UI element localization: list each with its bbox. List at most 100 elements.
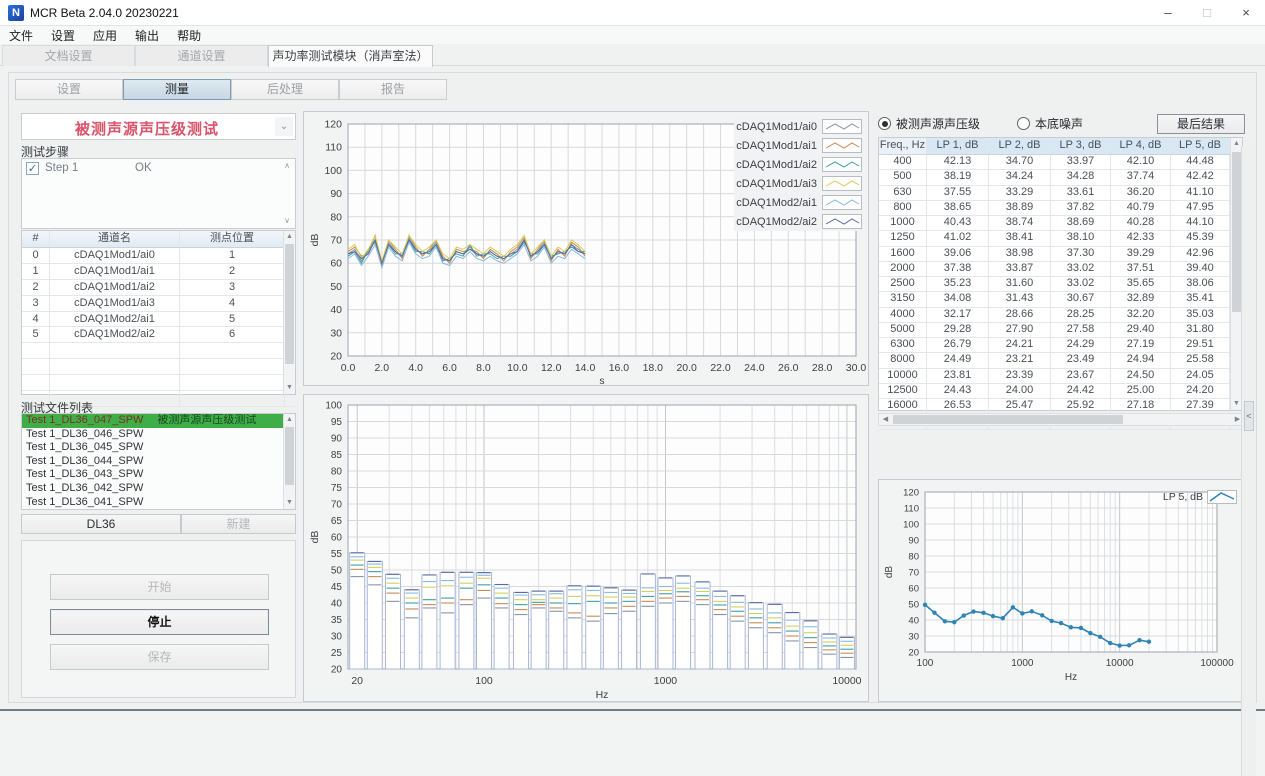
test-type-combobox[interactable]: 被测声源声压级测试 ⌄	[21, 113, 296, 140]
file-name: Test 1_DL36_045_SPW	[26, 441, 143, 453]
cell: 38.89	[989, 201, 1051, 215]
table-row[interactable]: 1cDAQ1Mod1/ai12	[22, 264, 295, 280]
table-row[interactable]: 400032.1728.6628.2532.2035.03	[879, 308, 1242, 323]
scroll-down-icon[interactable]: ▼	[284, 497, 295, 509]
cell: 27.18	[1111, 399, 1171, 413]
legend-entry[interactable]: cDAQ1Mod1/ai0	[734, 117, 864, 136]
table-row[interactable]: 50038.1934.2434.2837.7442.42	[879, 170, 1242, 185]
collapse-panel-button[interactable]: <	[1244, 401, 1254, 431]
file-list-item[interactable]: Test 1_DL36_047_SPW被测声源声压级测试	[22, 414, 283, 428]
svg-text:Hz: Hz	[1065, 672, 1077, 683]
scroll-down-icon[interactable]: ▼	[284, 382, 295, 394]
legend-entry[interactable]: cDAQ1Mod1/ai2	[734, 155, 864, 174]
cell: 400	[879, 155, 927, 169]
table-row[interactable]	[22, 359, 295, 375]
table-row[interactable]: 5cDAQ1Mod2/ai26	[22, 327, 295, 343]
file-name: Test 1_DL36_046_SPW	[26, 428, 143, 440]
file-list-item[interactable]: Test 1_DL36_042_SPW	[22, 482, 283, 496]
sub-tab-1[interactable]: 测量	[123, 79, 231, 100]
svg-text:20: 20	[331, 665, 343, 676]
app-icon: N	[8, 5, 24, 21]
cell: 23.81	[927, 369, 989, 383]
table-row[interactable]	[22, 343, 295, 359]
main-tab-1[interactable]: 通道设置	[135, 45, 268, 66]
table-row[interactable]: 160039.0638.9837.3039.2942.96	[879, 247, 1242, 262]
step-row[interactable]: ✓Step 1OK	[22, 159, 295, 177]
file-list-item[interactable]: Test 1_DL36_043_SPW	[22, 468, 283, 482]
background-noise-radio[interactable]: 本底噪声	[1017, 115, 1083, 132]
table-row[interactable]: 63037.5533.2933.6136.2041.10	[879, 186, 1242, 201]
cell: 26.53	[927, 399, 989, 413]
chevron-down-icon[interactable]: ⌄	[275, 117, 293, 136]
table-row[interactable]: 200037.3833.8733.0237.5139.40	[879, 262, 1242, 277]
table-row[interactable]	[22, 375, 295, 391]
save-button[interactable]: 保存	[50, 644, 269, 670]
scroll-up-icon[interactable]: ∧	[280, 160, 294, 172]
sub-tab-2[interactable]: 后处理	[231, 79, 339, 100]
source-level-radio[interactable]: 被测声源声压级	[878, 115, 980, 132]
sub-tab-3[interactable]: 报告	[339, 79, 447, 100]
table-row[interactable]: 1600026.5325.4725.9227.1827.39	[879, 399, 1242, 414]
table-row[interactable]: 1250024.4324.0024.4225.0024.20	[879, 384, 1242, 399]
file-list-item[interactable]: Test 1_DL36_041_SPW	[22, 496, 283, 509]
maximize-button[interactable]: □	[1190, 0, 1224, 26]
result-table-hscrollbar[interactable]: ◀ ▶	[878, 413, 1245, 426]
file-tag: 被测声源声压级测试	[157, 414, 256, 426]
final-result-button[interactable]: 最后结果	[1157, 114, 1245, 134]
file-list-item[interactable]: Test 1_DL36_046_SPW	[22, 428, 283, 442]
legend-entry[interactable]: cDAQ1Mod2/ai2	[734, 212, 864, 231]
cell: 34.70	[989, 155, 1051, 169]
file-list-scrollbar[interactable]: ▲ ▼	[283, 414, 295, 509]
svg-text:100: 100	[917, 658, 934, 669]
svg-text:30: 30	[330, 327, 342, 339]
main-tab-0[interactable]: 文档设置	[2, 45, 135, 66]
checkbox-checked-icon[interactable]: ✓	[26, 162, 39, 175]
menu-item-帮助[interactable]: 帮助	[168, 26, 210, 45]
table-row[interactable]: 40042.1334.7033.9742.1044.48	[879, 155, 1242, 170]
cell: cDAQ1Mod2/ai1	[50, 312, 180, 327]
cell	[50, 375, 180, 390]
scroll-up-icon[interactable]: ▲	[284, 231, 295, 243]
file-list-item[interactable]: Test 1_DL36_045_SPW	[22, 441, 283, 455]
menu-item-输出[interactable]: 输出	[126, 26, 168, 45]
test-file-listbox: Test 1_DL36_047_SPW被测声源声压级测试Test 1_DL36_…	[21, 413, 296, 510]
file-list-item[interactable]: Test 1_DL36_044_SPW	[22, 455, 283, 469]
table-row[interactable]: 630026.7924.2124.2927.1929.51	[879, 338, 1242, 353]
table-row[interactable]: 315034.0831.4330.6732.8935.41	[879, 292, 1242, 307]
stop-button[interactable]: 停止	[50, 609, 269, 635]
legend-entry[interactable]: cDAQ1Mod2/ai1	[734, 193, 864, 212]
legend-entry[interactable]: cDAQ1Mod1/ai1	[734, 136, 864, 155]
main-tab-2[interactable]: 声功率测试模块（消声室法）	[268, 45, 433, 67]
start-button[interactable]: 开始	[50, 574, 269, 600]
channel-legend: cDAQ1Mod1/ai0cDAQ1Mod1/ai1cDAQ1Mod1/ai2c…	[734, 117, 864, 231]
sub-tab-0[interactable]: 设置	[15, 79, 123, 100]
table-row[interactable]: 0cDAQ1Mod1/ai01	[22, 248, 295, 264]
dl36-button[interactable]: DL36	[21, 514, 181, 534]
table-row[interactable]: 125041.0238.4138.1042.3345.39	[879, 231, 1242, 246]
table-row[interactable]: 2cDAQ1Mod1/ai23	[22, 280, 295, 296]
menu-item-应用[interactable]: 应用	[84, 26, 126, 45]
cell: 38.65	[927, 201, 989, 215]
table-row[interactable]: 100040.4338.7438.6940.2844.10	[879, 216, 1242, 231]
file-name: Test 1_DL36_042_SPW	[26, 482, 143, 494]
cell: 33.02	[1051, 262, 1111, 276]
table-row[interactable]: 800024.4923.2123.4924.9425.58	[879, 353, 1242, 368]
menu-item-设置[interactable]: 设置	[42, 26, 84, 45]
table-row[interactable]: 3cDAQ1Mod1/ai34	[22, 296, 295, 312]
svg-text:26.0: 26.0	[778, 362, 799, 374]
table-row[interactable]: 250035.2331.6033.0235.6538.06	[879, 277, 1242, 292]
new-button[interactable]: 新建	[181, 514, 296, 534]
channel-table-scrollbar[interactable]: ▲ ▼	[283, 231, 295, 394]
minimize-button[interactable]: –	[1151, 0, 1185, 26]
scroll-left-icon[interactable]: ◀	[879, 414, 892, 425]
table-row[interactable]: 1000023.8123.3923.6724.5024.05	[879, 369, 1242, 384]
scroll-up-icon[interactable]: ▲	[284, 414, 295, 426]
legend-entry[interactable]: cDAQ1Mod1/ai3	[734, 174, 864, 193]
cell: 37.55	[927, 186, 989, 200]
table-row[interactable]: 80038.6538.8937.8240.7947.95	[879, 201, 1242, 216]
table-row[interactable]: 4cDAQ1Mod2/ai15	[22, 312, 295, 328]
scroll-down-icon[interactable]: ∨	[280, 215, 294, 227]
close-button[interactable]: ×	[1229, 0, 1263, 26]
table-row[interactable]: 500029.2827.9027.5829.4031.80	[879, 323, 1242, 338]
menu-item-文件[interactable]: 文件	[0, 26, 42, 45]
